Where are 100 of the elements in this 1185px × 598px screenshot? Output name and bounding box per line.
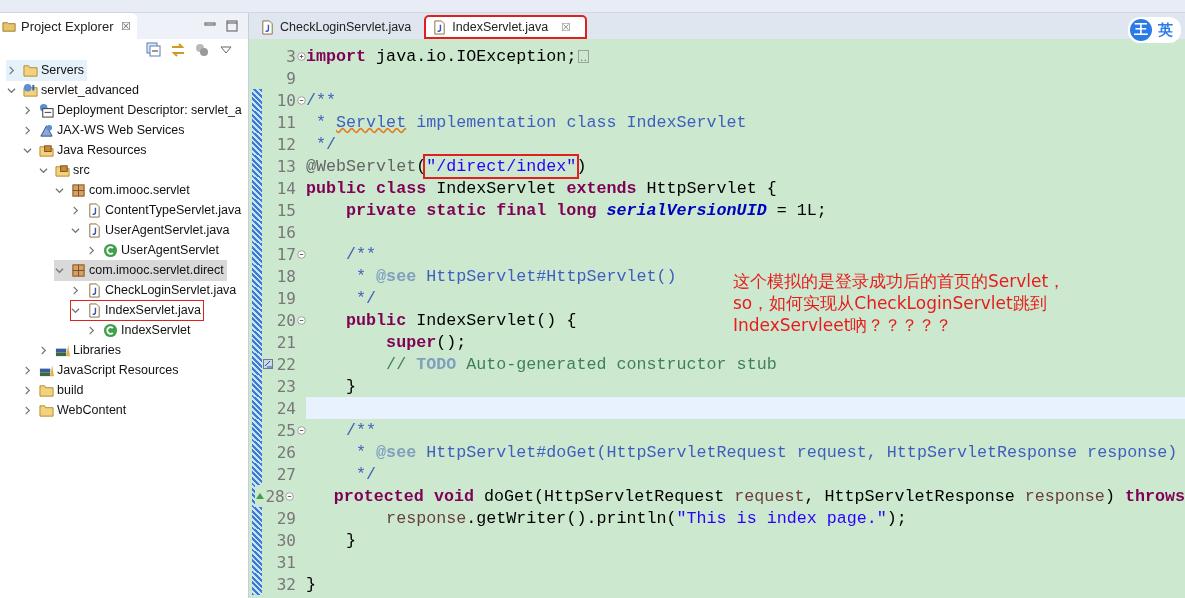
code-line: super(); <box>385 332 467 352</box>
line-number: 25 <box>275 420 296 440</box>
collapse-icon[interactable] <box>296 425 306 435</box>
code-line: */ <box>315 134 337 154</box>
tree-label: com.imooc.servlet <box>89 183 190 197</box>
tree-label: WebContent <box>57 403 127 417</box>
collapse-all-icon[interactable] <box>146 42 162 58</box>
package-icon <box>71 182 86 198</box>
tree-item[interactable]: servlet_advanced <box>6 79 142 101</box>
chevron-icon[interactable] <box>87 245 96 255</box>
line-number: 13 <box>275 156 296 176</box>
tab-label: IndexServlet.java <box>452 20 549 34</box>
tree-item[interactable]: CheckLoginServlet.java <box>70 279 240 301</box>
tree-item[interactable]: Servers <box>6 59 88 81</box>
tree-label: Java Resources <box>57 143 147 157</box>
java-file-icon <box>260 19 275 35</box>
tree-item[interactable]: Libraries <box>38 339 124 361</box>
tree-label: UserAgentServlet.java <box>105 223 230 237</box>
line-number: 17 <box>275 244 296 264</box>
package-folder-icon <box>55 162 70 178</box>
line-number: 24 <box>275 398 296 418</box>
tree-label: Deployment Descriptor: servlet_a <box>57 103 242 117</box>
line-number: 31 <box>275 552 296 572</box>
folded-code-icon[interactable] <box>578 49 590 63</box>
ime-label[interactable]: 英 <box>1158 20 1173 40</box>
tree-item[interactable]: IndexServlet <box>86 319 194 341</box>
annotation-note: so，如何实现从CheckLoginServlet跳到 <box>733 293 1048 313</box>
chevron-icon[interactable] <box>55 265 64 275</box>
tree-item[interactable]: ContentTypeServlet.java <box>70 199 245 221</box>
close-icon[interactable]: ☒ <box>561 20 572 34</box>
tree-item[interactable]: Deployment Descriptor: servlet_a <box>22 99 245 121</box>
chevron-icon[interactable] <box>23 125 32 135</box>
tree-item[interactable]: build <box>22 379 87 401</box>
chevron-icon[interactable] <box>23 365 32 375</box>
chevron-icon[interactable] <box>87 325 96 335</box>
line-number: 32 <box>275 574 296 594</box>
tree-label: CheckLoginServlet.java <box>105 283 237 297</box>
editor-tab[interactable]: CheckLoginServlet.java <box>253 15 423 39</box>
line-number: 15 <box>275 200 296 220</box>
tree-item[interactable]: WebContent <box>22 399 130 421</box>
tree-item[interactable]: JAX-WS Web Services <box>22 119 188 141</box>
line-number: 22 <box>275 354 296 374</box>
annotation-note: 这个模拟的是登录成功后的首页的Servlet， <box>733 271 1066 291</box>
code-line: response.getWriter().println("This is index page."); <box>385 508 907 528</box>
maximize-icon[interactable] <box>226 20 238 32</box>
code-line: } <box>345 530 357 550</box>
chevron-icon[interactable] <box>71 305 80 315</box>
tree-item[interactable]: UserAgentServlet <box>86 239 222 261</box>
expand-icon[interactable] <box>296 51 306 61</box>
tree-item[interactable]: Java Resources <box>22 139 150 161</box>
tree-item[interactable]: com.imooc.servlet <box>54 179 193 201</box>
chevron-icon[interactable] <box>71 225 80 235</box>
descriptor-icon <box>39 102 54 118</box>
close-icon[interactable]: ☒ <box>121 19 132 33</box>
line-number: 14 <box>275 178 296 198</box>
code-line: // TODO Auto-generated constructor stub <box>385 354 777 374</box>
code-line: * @see HttpServlet#HttpServlet() <box>355 266 677 286</box>
line-number: 23 <box>275 376 296 396</box>
chevron-icon[interactable] <box>23 385 32 395</box>
tree-item[interactable]: com.imooc.servlet.direct <box>54 259 227 281</box>
chevron-icon[interactable] <box>23 105 32 115</box>
project-icon <box>23 82 38 98</box>
chevron-icon[interactable] <box>23 405 32 415</box>
line-number: 18 <box>275 266 296 286</box>
class-icon <box>103 242 118 258</box>
ime-badge[interactable]: 王 <box>1130 19 1152 41</box>
chevron-icon[interactable] <box>71 285 80 295</box>
line-number: 11 <box>275 112 296 132</box>
code-line: } <box>345 376 357 396</box>
chevron-icon[interactable] <box>23 145 32 155</box>
java-file-icon <box>87 202 102 218</box>
code-line: @WebServlet("/direct/index") <box>306 156 587 176</box>
line-number: 10 <box>275 90 296 110</box>
line-number: 27 <box>275 464 296 484</box>
tree-label: servlet_advanced <box>41 83 139 97</box>
tree-label: IndexServlet.java <box>105 303 201 317</box>
code-line: protected void doGet(HttpServletRequest request, HttpServletResponse response) throws <box>332 486 1185 506</box>
chevron-icon[interactable] <box>7 65 16 75</box>
line-number: 16 <box>275 222 296 242</box>
chevron-icon[interactable] <box>39 345 48 355</box>
panel-title[interactable]: Project Explorer <box>21 18 114 34</box>
chevron-icon[interactable] <box>39 165 48 175</box>
link-arrows-icon[interactable] <box>170 42 186 58</box>
code-line: /** <box>345 420 377 440</box>
tree-item[interactable]: UserAgentServlet.java <box>70 219 233 241</box>
editor-tab[interactable]: IndexServlet.java ☒ <box>424 15 588 39</box>
collapse-icon[interactable] <box>296 249 306 259</box>
tab-label: CheckLoginServlet.java <box>280 20 412 34</box>
collapse-icon[interactable] <box>296 315 306 325</box>
tree-item[interactable]: src <box>38 159 93 181</box>
chevron-icon[interactable] <box>55 185 64 195</box>
collapse-icon[interactable] <box>296 95 306 105</box>
chevron-icon[interactable] <box>7 85 16 95</box>
code-line: import java.io.IOException; <box>306 46 577 66</box>
collapse-icon[interactable] <box>284 491 294 501</box>
tree-item[interactable]: JavaScript Resources <box>22 359 182 381</box>
tree-item[interactable]: IndexServlet.java <box>70 299 204 321</box>
tree-label: IndexServlet <box>121 323 191 337</box>
tree-label: com.imooc.servlet.direct <box>89 263 224 277</box>
chevron-icon[interactable] <box>71 205 80 215</box>
